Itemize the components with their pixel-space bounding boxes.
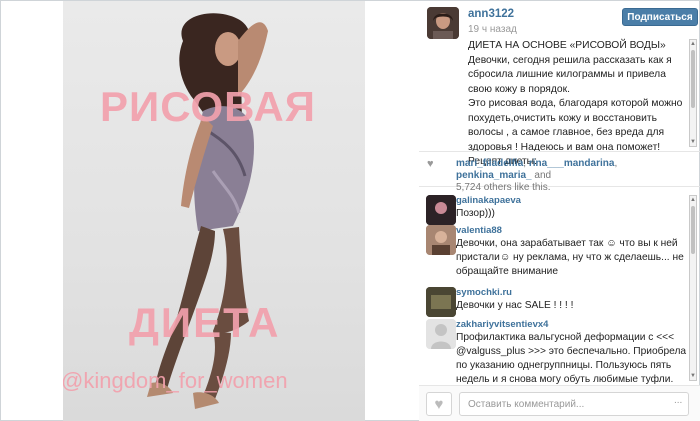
comment-item: zakhariyvitsentievx4 Профилактика вальгу… — [419, 319, 689, 385]
scroll-up-icon[interactable]: ▲ — [690, 40, 696, 48]
comment-bar: ♥ Оставить комментарий... ... — [419, 385, 700, 421]
scroll-up-icon[interactable]: ▲ — [690, 196, 696, 204]
heart-outline-icon: ♥ — [434, 395, 444, 413]
liker-link[interactable]: rina___mandarina — [529, 158, 615, 169]
comment-username[interactable]: zakhariyvitsentievx4 — [456, 319, 548, 330]
comment-username[interactable]: symochki.ru — [456, 287, 512, 298]
comments-list: galinakapaeva Позор))) valentia88 Девочк… — [419, 189, 700, 385]
post-header: ann3122 19 ч назад Подписаться ДИЕТА НА … — [419, 1, 700, 167]
caption-line: Девочки, сегодня решила рассказать как я… — [468, 54, 672, 95]
liker-link[interactable]: penkina_maria_ — [456, 170, 532, 181]
comment-text: Профилактика вальгусной деформации с <<<… — [456, 332, 687, 385]
comment-text: Девочки, она зарабатывает так ☺ что вы к… — [456, 238, 684, 277]
comments-scrollbar[interactable]: ▲ ▼ — [689, 195, 697, 381]
post-modal: РИСОВАЯ ДИЕТА @kingdom_for_women ann3122… — [0, 0, 700, 421]
overlay-subtitle: ДИЕТА — [129, 299, 281, 346]
comments-scroll-thumb[interactable] — [691, 206, 695, 254]
commenter-avatar[interactable] — [426, 225, 456, 255]
commenter-avatar[interactable] — [426, 195, 456, 225]
likes-and: and — [534, 170, 552, 181]
commenter-avatar-image — [426, 225, 456, 255]
comment-item: valentia88 Девочки, она зарабатывает так… — [419, 225, 689, 285]
comment-username[interactable]: valentia88 — [456, 225, 502, 236]
comment-text: Позор))) — [456, 208, 495, 219]
model-silhouette — [147, 13, 268, 409]
overlay-handle: @kingdom_for_women — [63, 368, 288, 393]
comment-item: galinakapaeva Позор))) — [419, 195, 689, 225]
commenter-avatar[interactable] — [426, 319, 456, 349]
author-avatar-image — [427, 7, 459, 39]
author-avatar[interactable] — [427, 7, 459, 39]
likes-summary: ♥ mari_filadelfia, rina___mandarina, pen… — [419, 151, 700, 193]
author-username[interactable]: ann3122 — [468, 8, 514, 20]
liker-link[interactable]: mari_filadelfia — [456, 158, 523, 169]
commenter-avatar[interactable] — [426, 287, 456, 317]
follow-button[interactable]: Подписаться — [622, 8, 698, 26]
comment-username[interactable]: galinakapaeva — [456, 195, 521, 206]
overlay-title: РИСОВАЯ — [100, 83, 316, 130]
comment-text: Девочки у нас SALE ! ! ! ! — [456, 300, 574, 311]
more-options-button[interactable]: ... — [674, 395, 682, 406]
caption-line: ДИЕТА НА ОСНОВЕ «РИСОВОЙ ВОДЫ» — [468, 40, 666, 51]
like-button[interactable]: ♥ — [426, 392, 452, 416]
commenter-avatar-image — [426, 287, 456, 317]
post-photo[interactable]: РИСОВАЯ ДИЕТА @kingdom_for_women — [63, 1, 365, 421]
commenter-avatar-image — [426, 195, 456, 225]
comment-input[interactable]: Оставить комментарий... — [459, 392, 689, 416]
scroll-down-icon[interactable]: ▼ — [690, 138, 696, 146]
post-time: 19 ч назад — [468, 24, 517, 35]
scroll-down-icon[interactable]: ▼ — [690, 372, 696, 380]
comment-item: symochki.ru Девочки у нас SALE ! ! ! ! — [419, 287, 689, 317]
post-sidebar: ann3122 19 ч назад Подписаться ДИЕТА НА … — [419, 1, 700, 421]
caption-scrollbar[interactable]: ▲ ▼ — [689, 39, 697, 147]
heart-icon: ♥ — [427, 158, 434, 170]
post-caption: ДИЕТА НА ОСНОВЕ «РИСОВОЙ ВОДЫ» Девочки, … — [468, 39, 686, 170]
caption-line: Это рисовая вода, благодаря которой можн… — [468, 98, 683, 153]
default-avatar-icon — [426, 319, 456, 349]
caption-scroll-thumb[interactable] — [691, 50, 695, 108]
